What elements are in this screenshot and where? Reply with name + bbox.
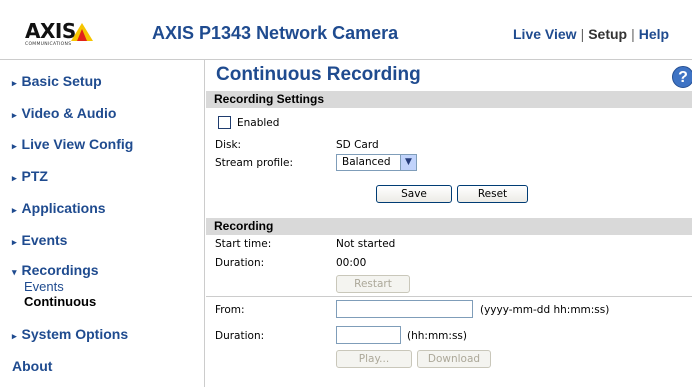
download-button[interactable]: Download xyxy=(417,350,491,368)
help-icon[interactable]: ? xyxy=(672,66,692,88)
sidebar-item-ptz[interactable]: ▸ PTZ xyxy=(12,168,48,184)
sidebar-subitem-events[interactable]: Events xyxy=(24,279,64,294)
start-time-value: Not started xyxy=(336,238,396,250)
help-link[interactable]: Help xyxy=(639,26,669,42)
arrow-right-icon: ▸ xyxy=(12,237,17,247)
duration2-label: Duration: xyxy=(215,330,265,342)
recording-settings-heading: Recording Settings xyxy=(206,91,692,108)
enabled-label: Enabled xyxy=(237,117,280,129)
sidebar-item-system-options[interactable]: ▸ System Options xyxy=(12,326,128,342)
stream-profile-label: Stream profile: xyxy=(215,157,294,169)
from-format-hint: (yyyy-mm-dd hh:mm:ss) xyxy=(480,304,610,316)
stream-profile-value: Balanced xyxy=(342,156,391,168)
sidebar-item-video-audio[interactable]: ▸ Video & Audio xyxy=(12,105,116,121)
sidebar-item-basic-setup[interactable]: ▸ Basic Setup xyxy=(12,73,102,89)
page-header: AXIS COMMUNICATIONS AXIS P1343 Network C… xyxy=(0,0,692,60)
setup-link[interactable]: Setup xyxy=(588,26,627,42)
live-view-link[interactable]: Live View xyxy=(513,26,577,42)
save-button[interactable]: Save xyxy=(376,185,452,203)
disk-label: Disk: xyxy=(215,139,242,151)
sidebar-item-recordings[interactable]: ▾ Recordings xyxy=(12,262,99,278)
duration-label: Duration: xyxy=(215,257,265,269)
link-separator: | xyxy=(631,26,635,42)
restart-button[interactable]: Restart xyxy=(336,275,410,293)
from-label: From: xyxy=(215,304,245,316)
sidebar-item-applications[interactable]: ▸ Applications xyxy=(12,200,106,216)
axis-logo[interactable]: AXIS COMMUNICATIONS xyxy=(25,19,145,49)
arrow-right-icon: ▸ xyxy=(12,173,17,183)
reset-button[interactable]: Reset xyxy=(457,185,528,203)
from-input[interactable] xyxy=(336,300,473,318)
main-content: Continuous Recording ? Recording Setting… xyxy=(206,60,692,387)
page-title: Continuous Recording xyxy=(216,64,421,85)
arrow-right-icon: ▸ xyxy=(12,110,17,120)
arrow-right-icon: ▸ xyxy=(12,78,17,88)
sidebar-subitem-continuous[interactable]: Continuous xyxy=(24,294,96,309)
link-separator: | xyxy=(580,26,585,42)
stream-profile-select[interactable]: Balanced ▼ xyxy=(336,154,417,171)
arrow-right-icon: ▸ xyxy=(12,141,17,151)
sidebar-item-events[interactable]: ▸ Events xyxy=(12,232,67,248)
enabled-checkbox[interactable] xyxy=(218,116,231,129)
divider xyxy=(206,296,692,297)
sidebar: ▸ Basic Setup ▸ Video & Audio ▸ Live View C… xyxy=(0,60,205,387)
arrow-right-icon: ▸ xyxy=(12,331,17,341)
play-button[interactable]: Play... xyxy=(336,350,412,368)
sidebar-item-about[interactable]: About xyxy=(12,358,52,374)
arrow-right-icon: ▸ xyxy=(12,205,17,215)
logo-text: AXIS xyxy=(25,19,76,43)
top-links: Live View | Setup | Help xyxy=(513,26,669,42)
start-time-label: Start time: xyxy=(215,238,272,250)
app-title: AXIS P1343 Network Camera xyxy=(152,23,399,43)
recording-heading: Recording xyxy=(206,218,692,235)
disk-value: SD Card xyxy=(336,139,379,151)
duration-value: 00:00 xyxy=(336,257,367,269)
duration-input[interactable] xyxy=(336,326,401,344)
logo-triangle-inner-icon xyxy=(77,29,87,41)
sidebar-item-live-view-config[interactable]: ▸ Live View Config xyxy=(12,136,133,152)
arrow-down-icon: ▾ xyxy=(12,267,17,277)
duration-format-hint: (hh:mm:ss) xyxy=(407,330,467,342)
logo-subtext: COMMUNICATIONS xyxy=(25,42,72,47)
chevron-down-icon[interactable]: ▼ xyxy=(400,155,416,170)
